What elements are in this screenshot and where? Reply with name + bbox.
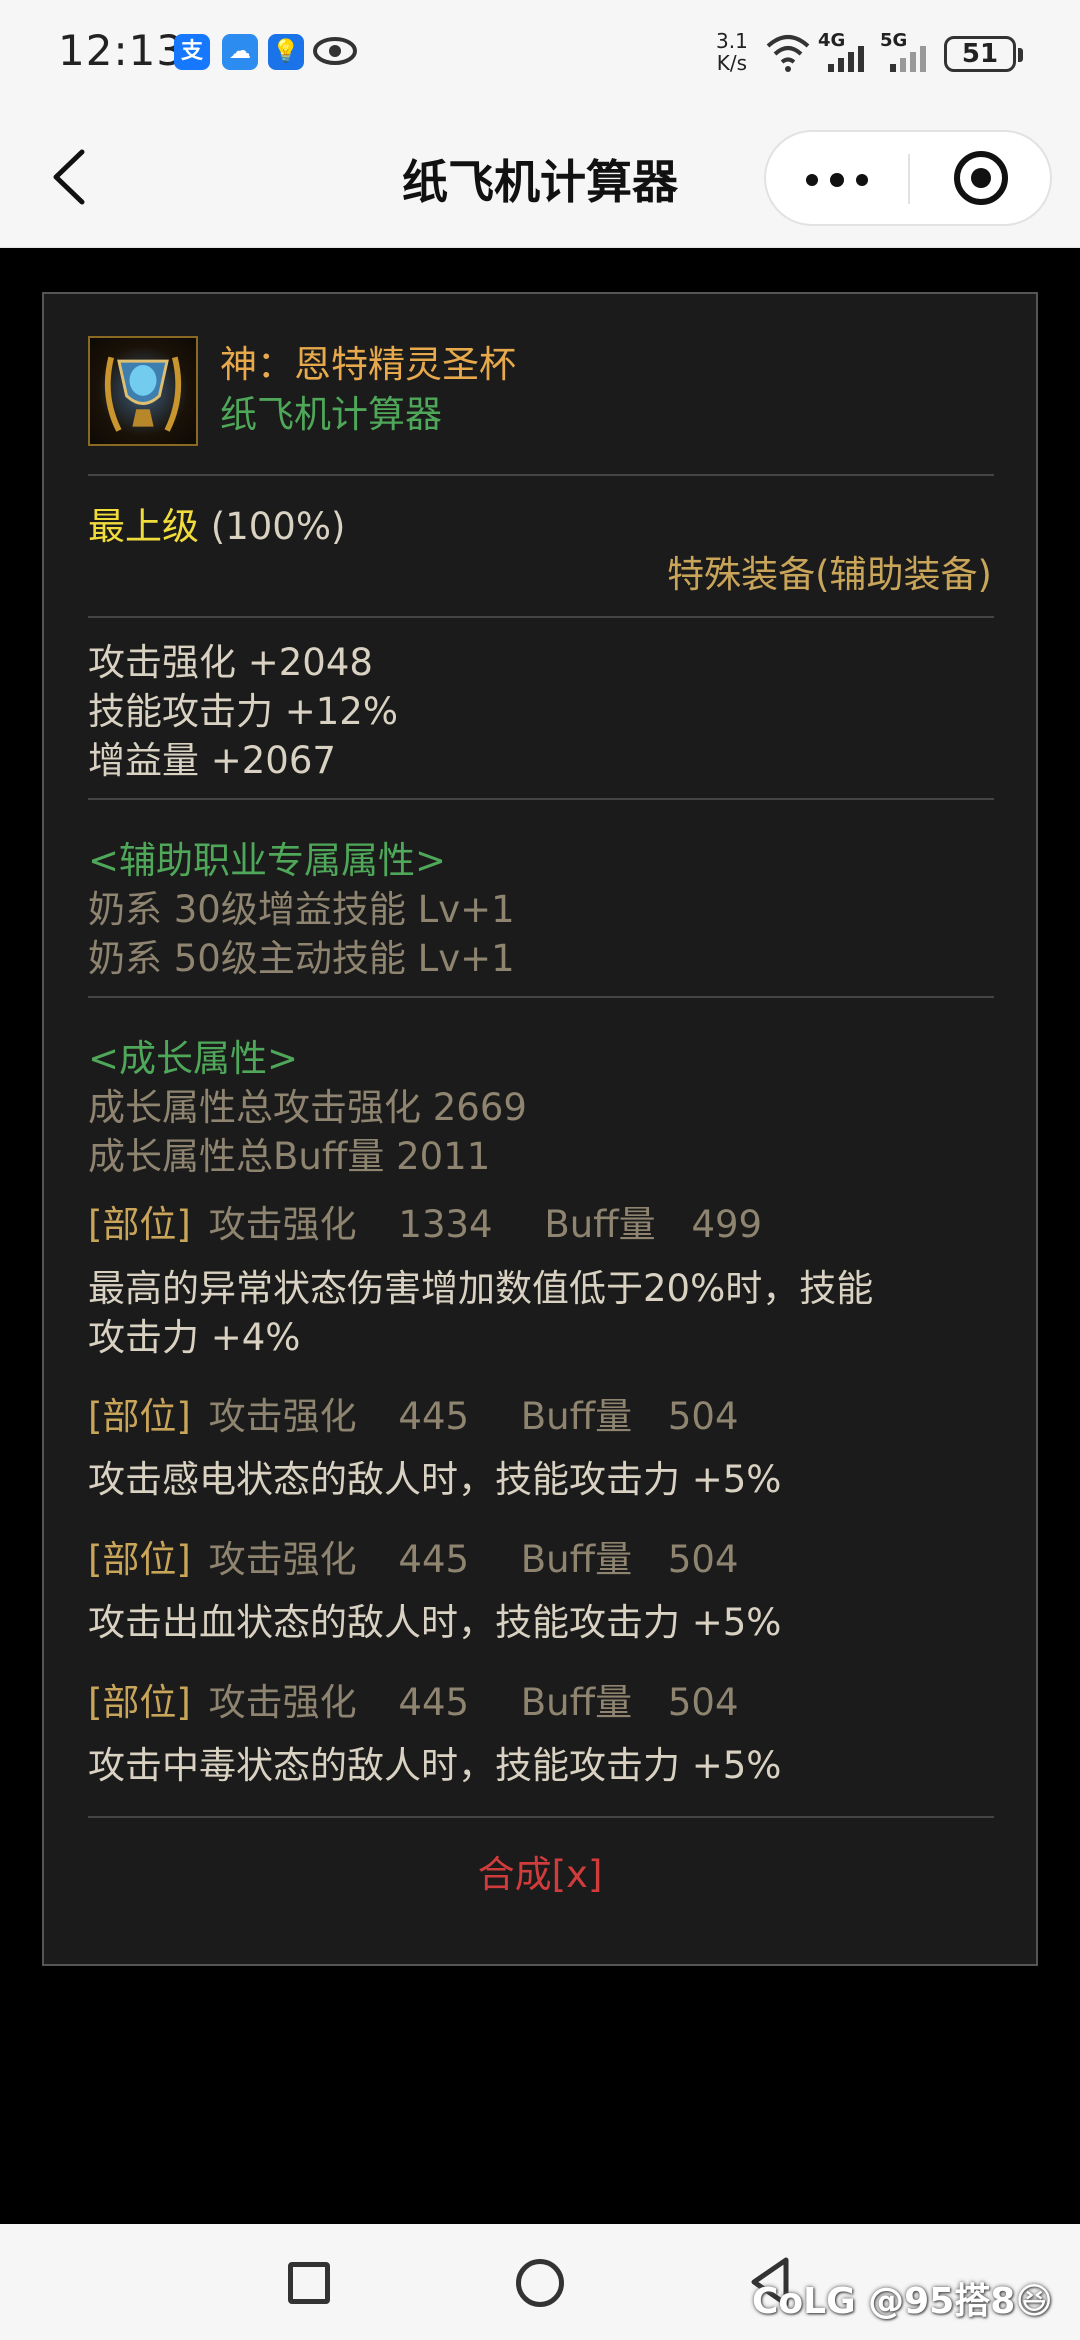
signal-5g-icon: 5G [880, 30, 936, 74]
net-speed: 3.1 K/s [716, 29, 748, 75]
divider [88, 1816, 994, 1818]
item-grade: 最上级 [88, 505, 199, 548]
home-icon[interactable] [516, 2259, 564, 2307]
item-type: 特殊装备(辅助装备) [667, 553, 992, 596]
alipay-icon: 支 [174, 34, 210, 70]
part-effect: 攻击感电状态的敌人时，技能攻击力 +5% [88, 1458, 782, 1501]
item-subtitle: 纸飞机计算器 [220, 393, 442, 436]
main-content: 神：恩特精灵圣杯 纸飞机计算器 最上级 (100%) 特殊装备(辅助装备) 攻击… [0, 248, 1080, 2224]
growth-line: 成长属性总Buff量 2011 [88, 1135, 491, 1178]
status-time: 12:13 [58, 26, 185, 75]
item-tooltip: 神：恩特精灵圣杯 纸飞机计算器 最上级 (100%) 特殊装备(辅助装备) 攻击… [42, 292, 1038, 1966]
close-mini-program-icon[interactable] [912, 132, 1050, 224]
signal-4g-icon: 4G [818, 30, 874, 74]
watermark: CoLG @95搭8😆 [752, 2281, 1053, 2322]
status-bar: 12:13 支 ☁ 💡 3.1 K/s 4G 5G 51 [0, 0, 1080, 106]
weather-icon: ☁ [222, 34, 258, 70]
system-nav-bar: CoLG @95搭8😆 [0, 2224, 1080, 2340]
eye-icon [313, 37, 357, 65]
part-effect: 攻击力 +4% [88, 1316, 301, 1359]
part-effect: 最高的异常状态伤害增加数值低于20%时，技能 [88, 1267, 874, 1310]
battery-icon: 51 [944, 36, 1023, 72]
stat-line: 技能攻击力 +12% [88, 690, 399, 733]
divider [88, 474, 994, 476]
more-icon[interactable] [766, 132, 908, 224]
part-effect: 攻击出血状态的敌人时，技能攻击力 +5% [88, 1601, 782, 1644]
exclusive-line: 奶系 50级主动技能 Lv+1 [88, 937, 515, 980]
item-grade-line: 最上级 (100%) [88, 496, 345, 550]
divider [88, 996, 994, 998]
part-stat-line: [部位] 攻击强化 445 Buff量 504 [88, 1538, 739, 1581]
wifi-icon [766, 35, 810, 72]
part-stat-line: [部位] 攻击强化 1334 Buff量 499 [88, 1203, 763, 1246]
stat-line: 增益量 +2067 [88, 739, 336, 782]
capsule-divider [908, 154, 910, 204]
part-stat-line: [部位] 攻击强化 445 Buff量 504 [88, 1395, 739, 1438]
growth-header: <成长属性> [88, 1037, 299, 1080]
stat-line: 攻击强化 +2048 [88, 641, 373, 684]
part-stat-line: [部位] 攻击强化 445 Buff量 504 [88, 1681, 739, 1724]
recent-apps-icon[interactable] [288, 2262, 330, 2304]
nav-bar: 纸飞机计算器 [0, 106, 1080, 248]
divider [88, 616, 994, 618]
exclusive-header: <辅助职业专属属性> [88, 839, 447, 882]
synth-button[interactable]: 合成[x] [44, 1844, 1036, 1898]
part-effect: 攻击中毒状态的敌人时，技能攻击力 +5% [88, 1744, 782, 1787]
item-grade-percent: (100%) [210, 505, 346, 548]
divider [88, 798, 994, 800]
mini-program-capsule [764, 130, 1052, 226]
grail-icon [88, 336, 198, 446]
bulb-icon: 💡 [268, 34, 304, 70]
growth-line: 成长属性总攻击强化 2669 [88, 1086, 527, 1129]
item-name: 神：恩特精灵圣杯 [220, 343, 516, 386]
exclusive-line: 奶系 30级增益技能 Lv+1 [88, 888, 515, 931]
